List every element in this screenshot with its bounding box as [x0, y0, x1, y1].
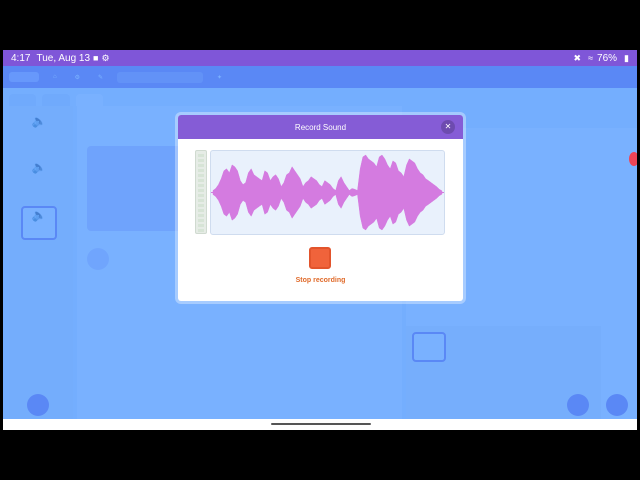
- meter-segment: [198, 219, 204, 222]
- meter-segment: [198, 184, 204, 187]
- meter-segment: [198, 199, 204, 202]
- meter-segment: [198, 209, 204, 212]
- meter-segment: [198, 229, 204, 232]
- status-right: ✖ ≈ 76% ▮: [571, 53, 629, 64]
- meter-segment: [198, 189, 204, 192]
- navigation-bar: [3, 419, 637, 430]
- record-sound-modal: Record Sound ✕ Stop recording: [178, 115, 463, 301]
- gear-icon: ⚙: [101, 52, 110, 63]
- video-icon: ■: [93, 53, 99, 63]
- stop-recording-button[interactable]: [309, 247, 331, 269]
- waveform-display: [210, 150, 445, 235]
- battery-level: 76%: [597, 52, 618, 64]
- status-time: 4:17: [11, 52, 31, 64]
- meter-segment: [198, 214, 204, 217]
- level-meter: [195, 150, 207, 234]
- wifi-icon: ≈: [588, 53, 594, 63]
- meter-segment: [198, 159, 204, 162]
- mute-icon: ✖: [573, 52, 582, 63]
- stop-recording-label[interactable]: Stop recording: [178, 277, 463, 284]
- meter-segment: [198, 204, 204, 207]
- meter-segment: [198, 169, 204, 172]
- modal-header: Record Sound ✕: [178, 115, 463, 139]
- waveform-shape: [212, 154, 443, 231]
- side-indicator: [629, 152, 637, 166]
- meter-segment: [198, 154, 204, 157]
- waveform-graph: [211, 154, 444, 231]
- status-bar: 4:17 Tue, Aug 13 ■ ⚙ ✖ ≈ 76% ▮: [3, 50, 637, 66]
- meter-segment: [198, 194, 204, 197]
- status-date: Tue, Aug 13: [36, 52, 91, 64]
- meter-segment: [198, 179, 204, 182]
- modal-title: Record Sound: [294, 122, 347, 132]
- meter-segment: [198, 224, 204, 227]
- meter-segment: [198, 164, 204, 167]
- home-handle[interactable]: [271, 423, 371, 425]
- close-icon[interactable]: ✕: [441, 120, 455, 134]
- screen: 4:17 Tue, Aug 13 ■ ⚙ ✖ ≈ 76% ▮ ⌂ ⚙ ✎ ✦: [0, 0, 640, 480]
- battery-icon: ▮: [624, 52, 629, 63]
- meter-segment: [198, 174, 204, 177]
